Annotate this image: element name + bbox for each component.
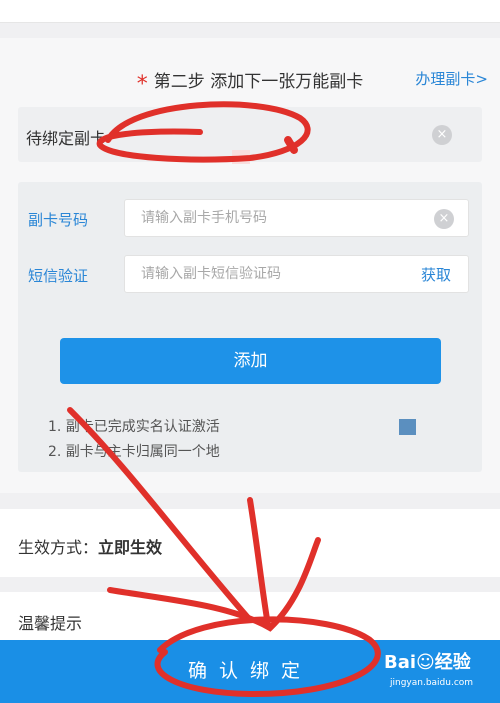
required-star: *: [136, 72, 148, 97]
card-number-placeholder: 请输入副卡手机号码: [141, 210, 267, 226]
clear-icon[interactable]: ×: [432, 125, 452, 145]
pending-subcard-label: 待绑定副卡: [26, 129, 107, 148]
effect-value: 立即生效: [98, 538, 163, 557]
baidu-watermark-url: jingyan.baidu.com: [390, 678, 474, 688]
note-1: 1. 副卡已完成实名认证激活: [48, 419, 220, 435]
step-title-text: 第二步 添加下一张万能副卡: [153, 72, 364, 92]
tips-label: 温馨提示: [18, 614, 83, 633]
sms-code-placeholder: 请输入副卡短信验证码: [141, 266, 281, 282]
get-code-button[interactable]: 获取: [421, 264, 451, 285]
add-button[interactable]: 添加: [60, 338, 441, 384]
top-card: [0, 0, 500, 23]
card-number-input[interactable]: 请输入副卡手机号码: [124, 199, 469, 237]
apply-subcard-link[interactable]: 办理副卡>: [415, 68, 488, 89]
note-2: 2. 副卡与主卡归属同一个地: [48, 444, 220, 460]
card-number-label: 副卡号码: [28, 211, 89, 229]
redacted-block: [399, 419, 416, 435]
effect-label: 生效方式：: [18, 538, 99, 557]
sms-code-input[interactable]: 请输入副卡短信验证码: [124, 255, 469, 293]
clear-input-icon[interactable]: ×: [434, 209, 454, 229]
effect-row: 生效方式：立即生效: [18, 534, 162, 558]
redacted-mark: [232, 150, 250, 164]
baidu-watermark: Bai☺经验: [384, 652, 471, 673]
sms-code-label: 短信验证: [28, 267, 89, 285]
